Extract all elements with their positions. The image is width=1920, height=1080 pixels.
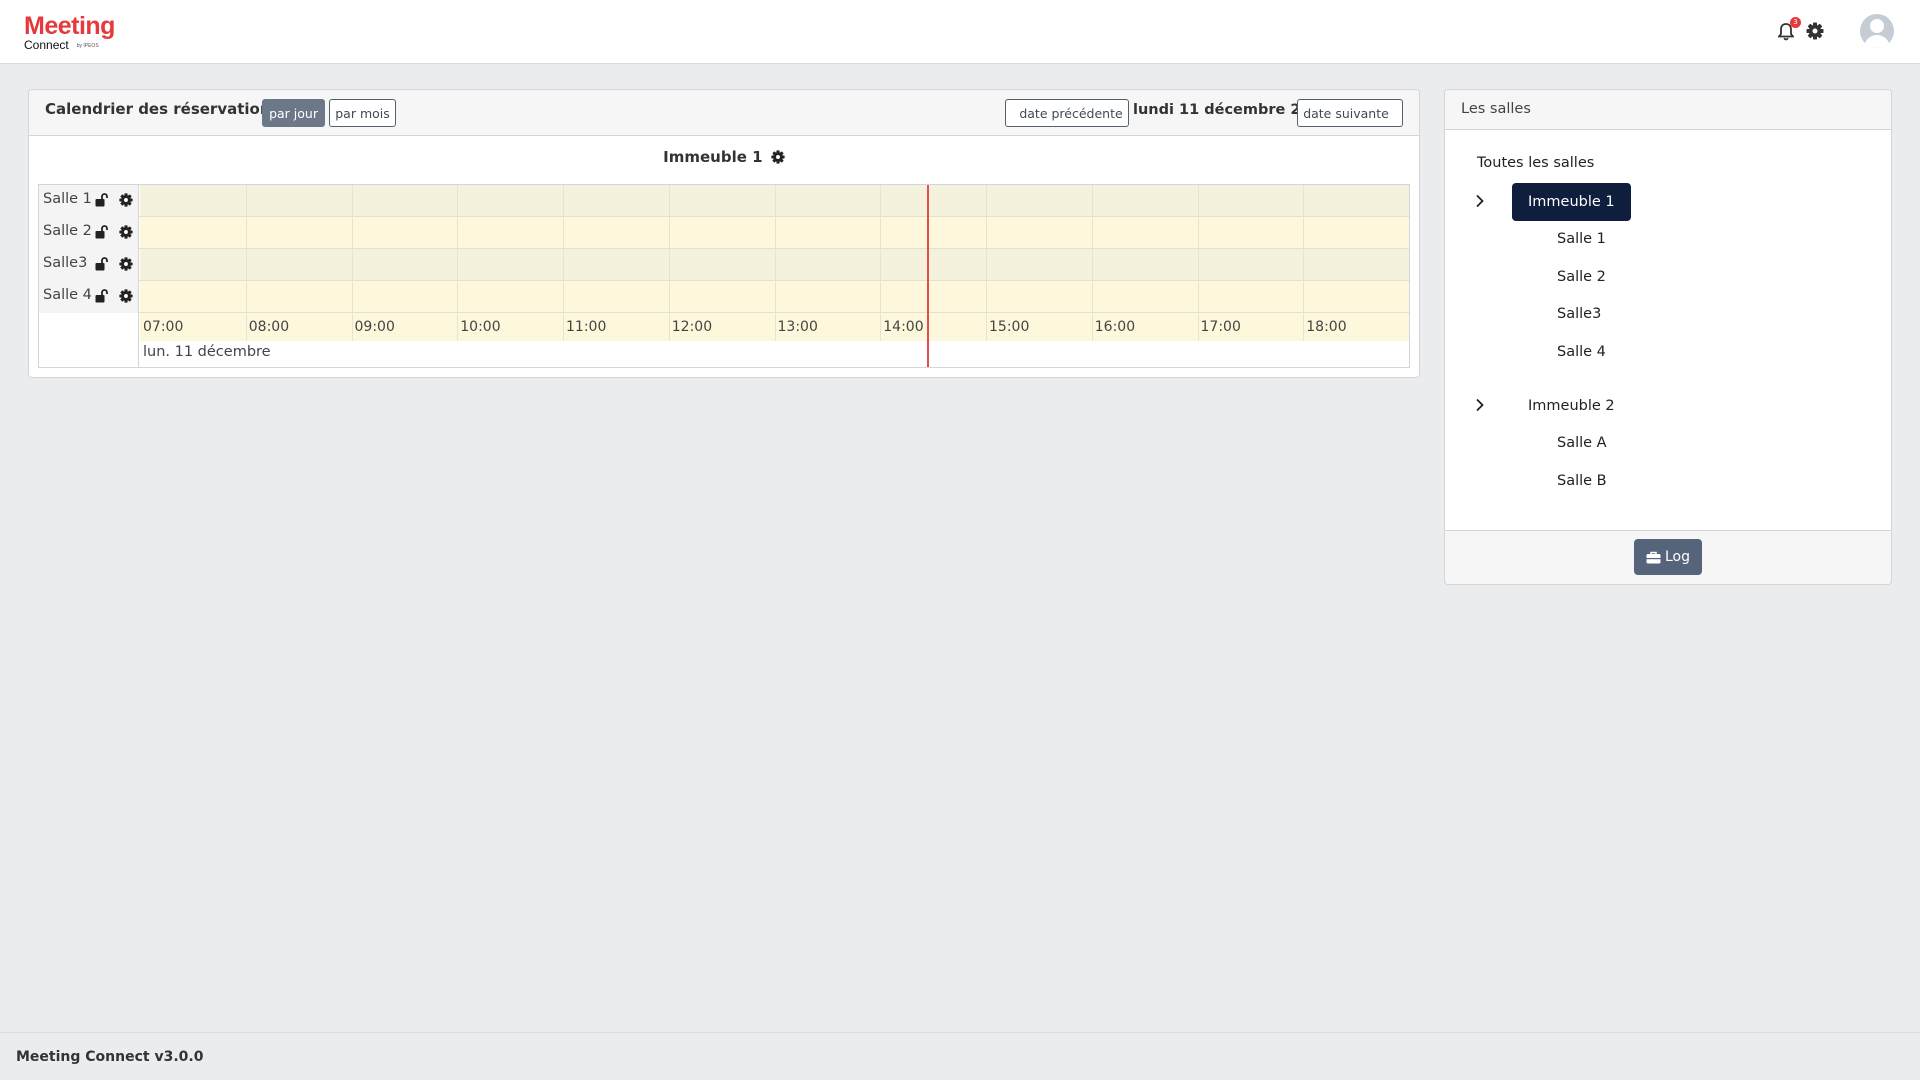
hour-label: 18:00 [1306,319,1347,335]
notification-badge: 3 [1790,17,1801,28]
view-day-button[interactable]: par jour [262,99,325,127]
room-name: Salle 1 [43,191,92,207]
tree-room[interactable]: Salle A [1557,435,1607,451]
room-label: Salle 1 [39,185,139,217]
unlock-icon[interactable] [95,289,109,303]
room-row: Salle 2 [39,217,1409,249]
hour-label: 13:00 [777,319,818,335]
gear-icon[interactable] [119,257,133,271]
current-time-line [927,185,929,367]
hour-gridline [986,185,987,341]
rooms-panel-title: Les salles [1445,90,1891,130]
rooms-panel-footer: Log [1445,530,1891,584]
hour-gridline [1303,185,1305,341]
reservation-grid: Salle 1 Salle 2 Salle3 Salle 4 07:00 08:… [38,184,1410,368]
log-button[interactable]: Log [1634,539,1702,575]
notifications-button[interactable]: 3 [1776,17,1801,41]
previous-date-label: date précédente [1019,105,1123,121]
hour-label: 09:00 [354,319,395,335]
previous-date-button[interactable]: date précédente [1005,99,1129,127]
hour-gridline [774,185,776,341]
hour-gridline [880,185,882,341]
hour-gridline [563,185,564,341]
gear-icon[interactable] [771,150,785,164]
hour-label: 10:00 [460,319,501,335]
app-version: Meeting Connect v3.0.0 [16,1049,204,1065]
hour-gridline [1197,185,1199,341]
next-date-label: date suivante [1303,105,1389,121]
hour-gridline [245,185,247,341]
building-row: Immeuble 1 [29,136,1419,182]
chevron-right-icon[interactable] [1475,398,1485,412]
hour-gridline [351,185,353,341]
room-label: Salle3 [39,249,139,281]
toolbox-icon [1646,551,1661,563]
hour-gridline [668,185,670,341]
all-rooms-link[interactable]: Toutes les salles [1477,155,1594,171]
room-row: Salle 1 [39,185,1409,217]
settings-button[interactable] [1806,21,1826,41]
building-title: Immeuble 1 [29,148,1419,166]
calendar-card: Calendrier des réservations par jour par… [28,89,1420,378]
unlock-icon[interactable] [95,225,109,239]
gear-icon[interactable] [119,289,133,303]
unlock-icon[interactable] [95,193,109,207]
unlock-icon[interactable] [95,257,109,271]
hours-row: 07:00 08:00 09:00 10:00 11:00 12:00 13:00 14:00… [39,313,1409,341]
hour-label: 12:00 [671,319,713,335]
hour-label: 15:00 [989,319,1030,335]
hour-label: 07:00 [143,319,184,335]
tree-room[interactable]: Salle 2 [1557,269,1606,285]
hour-label: 17:00 [1200,319,1241,335]
gear-icon [1806,22,1824,40]
hour-label: 16:00 [1094,319,1136,335]
hour-label: 11:00 [566,319,607,335]
next-date-button[interactable]: date suivante [1297,99,1403,127]
tree-building-immeuble-2[interactable]: Immeuble 2 [1512,387,1631,425]
calendar-header: Calendrier des réservations par jour par… [29,90,1419,136]
page-footer: Meeting Connect v3.0.0 [0,1032,1920,1080]
hour-label: 14:00 [883,319,924,335]
logo-by-text: by IPEOS [76,43,99,49]
tree-room[interactable]: Salle3 [1557,306,1601,322]
building-title-text: Immeuble 1 [663,148,763,166]
hour-gridline [457,185,459,341]
user-avatar[interactable] [1860,14,1894,48]
room-row: Salle 4 [39,281,1409,313]
tree-building-immeuble-1[interactable]: Immeuble 1 [1512,183,1631,221]
calendar-title: Calendrier des réservations [45,100,280,118]
gear-icon[interactable] [119,193,133,207]
log-button-label: Log [1664,549,1690,565]
room-name: Salle 4 [43,287,92,303]
tree-room[interactable]: Salle 1 [1557,231,1606,247]
room-name: Salle 2 [43,223,92,239]
chevron-right-icon[interactable] [1475,194,1485,208]
room-row: Salle3 [39,249,1409,281]
app-logo[interactable]: Meeting Connect by IPEOS [24,12,115,52]
day-label: lun. 11 décembre [143,344,271,360]
room-label: Salle 4 [39,281,139,313]
rooms-panel: Les salles Toutes les salles Immeuble 1 … [1444,89,1892,585]
tree-room[interactable]: Salle 4 [1557,344,1606,360]
room-name: Salle3 [43,255,88,271]
top-bar: Meeting Connect by IPEOS 3 [0,0,1920,64]
hour-gridline [1091,185,1093,341]
logo-main-text: Meeting [24,12,115,40]
view-month-button[interactable]: par mois [329,99,396,127]
top-icons: 3 [1776,14,1894,48]
room-label: Salle 2 [39,217,139,249]
tree-room[interactable]: Salle B [1557,473,1607,489]
hour-label: 08:00 [248,319,290,335]
logo-sub-text: Connect [24,38,69,52]
gear-icon[interactable] [119,225,133,239]
